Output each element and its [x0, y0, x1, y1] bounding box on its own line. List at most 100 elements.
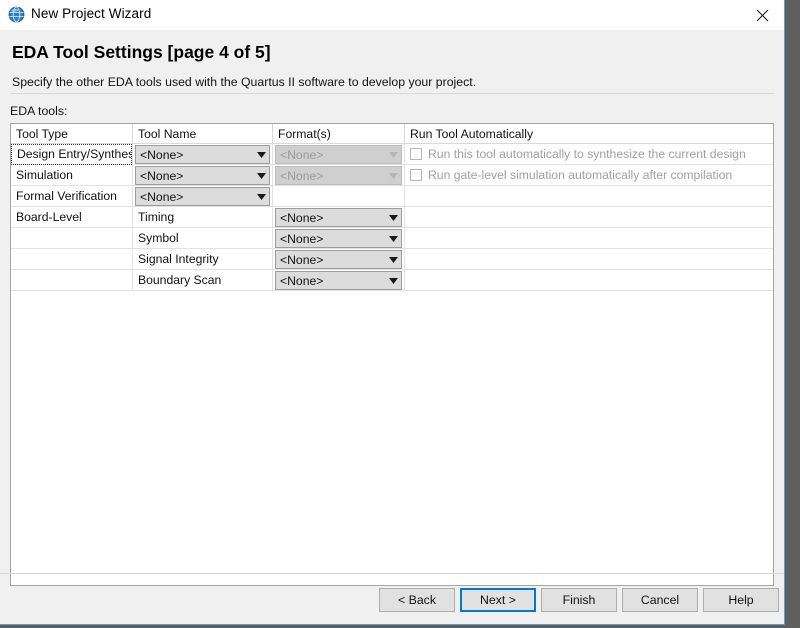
- formats-dropdown[interactable]: <None>: [275, 145, 402, 164]
- cell-formats[interactable]: [273, 186, 404, 207]
- tool-name-value: <None>: [140, 147, 184, 162]
- checkbox-icon[interactable]: [410, 148, 422, 160]
- cell-tool-name[interactable]: <None>: [133, 144, 272, 165]
- wizard-content: EDA Tool Settings [page 4 of 5] Specify …: [0, 30, 784, 624]
- globe-icon: [8, 6, 25, 23]
- tool-name-text: Symbol: [138, 231, 179, 245]
- cell-tool-type[interactable]: [11, 249, 132, 270]
- cell-run-tool-automatically[interactable]: Run gate-level simulation automatically …: [405, 165, 773, 186]
- chevron-down-icon[interactable]: [385, 251, 401, 268]
- chevron-down-icon[interactable]: [253, 167, 269, 184]
- cell-formats[interactable]: <None>: [273, 144, 404, 165]
- tool-type-text: Simulation: [16, 168, 73, 182]
- cell-tool-type[interactable]: [11, 228, 132, 249]
- window-title: New Project Wizard: [31, 6, 152, 21]
- column-header-tool-type: Tool Type: [16, 127, 68, 141]
- cell-formats[interactable]: <None>: [273, 270, 404, 291]
- button-bar: < Back Next > Finish Cancel Help: [0, 588, 784, 616]
- table-row[interactable]: Design Entry/Synthesis <None> <None> Run th…: [11, 144, 773, 165]
- tool-name-value: <None>: [140, 189, 184, 204]
- cancel-button[interactable]: Cancel: [622, 588, 698, 612]
- chevron-down-icon[interactable]: [385, 146, 401, 163]
- formats-value: <None>: [280, 168, 324, 183]
- cell-tool-type[interactable]: Formal Verification: [11, 186, 132, 207]
- cell-formats[interactable]: <None>: [273, 228, 404, 249]
- back-button[interactable]: < Back: [379, 588, 455, 612]
- cell-tool-name[interactable]: Signal Integrity: [133, 249, 272, 270]
- cell-run-tool-automatically[interactable]: [405, 249, 773, 270]
- cell-run-tool-automatically[interactable]: [405, 207, 773, 228]
- run-tool-automatically-label: Run this tool automatically to synthesiz…: [428, 147, 746, 161]
- tool-type-text: [11, 270, 132, 291]
- formats-dropdown[interactable]: <None>: [275, 250, 402, 269]
- formats-dropdown[interactable]: <None>: [275, 208, 402, 227]
- tool-name-text: Timing: [138, 210, 175, 224]
- chevron-down-icon[interactable]: [385, 272, 401, 289]
- next-button[interactable]: Next >: [460, 588, 536, 612]
- table-row[interactable]: Signal Integrity <None>: [11, 249, 773, 270]
- chevron-down-icon[interactable]: [385, 167, 401, 184]
- page-title: EDA Tool Settings [page 4 of 5]: [12, 42, 271, 62]
- tool-name-dropdown[interactable]: <None>: [135, 145, 270, 164]
- table-row[interactable]: Simulation <None> <None> Run gate-level sim…: [11, 165, 773, 186]
- eda-tools-label: EDA tools:: [10, 104, 68, 118]
- header-divider: [11, 93, 774, 94]
- formats-dropdown[interactable]: <None>: [275, 271, 402, 290]
- cell-tool-type[interactable]: Simulation: [11, 165, 132, 186]
- new-project-wizard-window: New Project Wizard EDA Tool Settings [pa…: [0, 0, 785, 625]
- cell-tool-name[interactable]: <None>: [133, 165, 272, 186]
- chevron-down-icon[interactable]: [385, 209, 401, 226]
- tool-name-text: Boundary Scan: [138, 273, 222, 287]
- column-header-run-tool-automatically: Run Tool Automatically: [410, 127, 534, 141]
- table-row[interactable]: Symbol <None>: [11, 228, 773, 249]
- tool-name-value: <None>: [140, 168, 184, 183]
- formats-value: <None>: [280, 147, 324, 162]
- cell-formats[interactable]: <None>: [273, 165, 404, 186]
- tool-name-dropdown[interactable]: <None>: [135, 166, 270, 185]
- formats-dropdown[interactable]: <None>: [275, 166, 402, 185]
- finish-button[interactable]: Finish: [541, 588, 617, 612]
- column-header-formats: Format(s): [278, 127, 331, 141]
- eda-tools-table: Tool Type Tool Name Format(s) Run Tool A…: [10, 123, 774, 586]
- cell-formats[interactable]: <None>: [273, 249, 404, 270]
- tool-name-text: Signal Integrity: [138, 252, 219, 266]
- cell-tool-type[interactable]: [11, 270, 132, 291]
- tool-type-text: [11, 228, 132, 249]
- cell-run-tool-automatically[interactable]: Run this tool automatically to synthesiz…: [405, 144, 773, 165]
- formats-dropdown[interactable]: <None>: [275, 229, 402, 248]
- formats-value: <None>: [280, 231, 324, 246]
- table-row[interactable]: Board-Level Timing <None>: [11, 207, 773, 228]
- run-tool-automatically-checkbox-row[interactable]: Run gate-level simulation automatically …: [410, 168, 732, 182]
- cell-tool-type[interactable]: Board-Level: [11, 207, 132, 228]
- cell-tool-name[interactable]: Symbol: [133, 228, 272, 249]
- cell-run-tool-automatically[interactable]: [405, 270, 773, 291]
- page-description: Specify the other EDA tools used with th…: [12, 75, 477, 89]
- cell-tool-name[interactable]: Boundary Scan: [133, 270, 272, 291]
- footer-divider: [0, 573, 784, 574]
- table-row[interactable]: Boundary Scan <None>: [11, 270, 773, 291]
- cell-tool-type[interactable]: Design Entry/Synthesis: [11, 144, 132, 165]
- chevron-down-icon[interactable]: [253, 146, 269, 163]
- title-bar: New Project Wizard: [0, 0, 784, 30]
- run-tool-automatically-label: Run gate-level simulation automatically …: [428, 168, 733, 182]
- cell-run-tool-automatically[interactable]: [405, 186, 773, 207]
- cell-tool-name[interactable]: Timing: [133, 207, 272, 228]
- cell-run-tool-automatically[interactable]: [405, 228, 773, 249]
- cell-tool-name[interactable]: <None>: [133, 186, 272, 207]
- cell-formats[interactable]: <None>: [273, 207, 404, 228]
- tool-name-dropdown[interactable]: <None>: [135, 187, 270, 206]
- formats-value: <None>: [280, 252, 324, 267]
- table-header-row: Tool Type Tool Name Format(s) Run Tool A…: [11, 124, 773, 144]
- tool-type-text: Design Entry/Synthesis: [11, 144, 132, 165]
- column-header-tool-name: Tool Name: [138, 127, 197, 141]
- formats-value: <None>: [280, 210, 324, 225]
- checkbox-icon[interactable]: [410, 169, 422, 181]
- chevron-down-icon[interactable]: [385, 230, 401, 247]
- tool-type-text: Formal Verification: [16, 189, 117, 203]
- tool-type-text: [11, 249, 132, 270]
- table-row[interactable]: Formal Verification <None>: [11, 186, 773, 207]
- chevron-down-icon[interactable]: [253, 188, 269, 205]
- help-button[interactable]: Help: [703, 588, 779, 612]
- run-tool-automatically-checkbox-row[interactable]: Run this tool automatically to synthesiz…: [410, 147, 746, 161]
- close-icon[interactable]: [740, 0, 784, 30]
